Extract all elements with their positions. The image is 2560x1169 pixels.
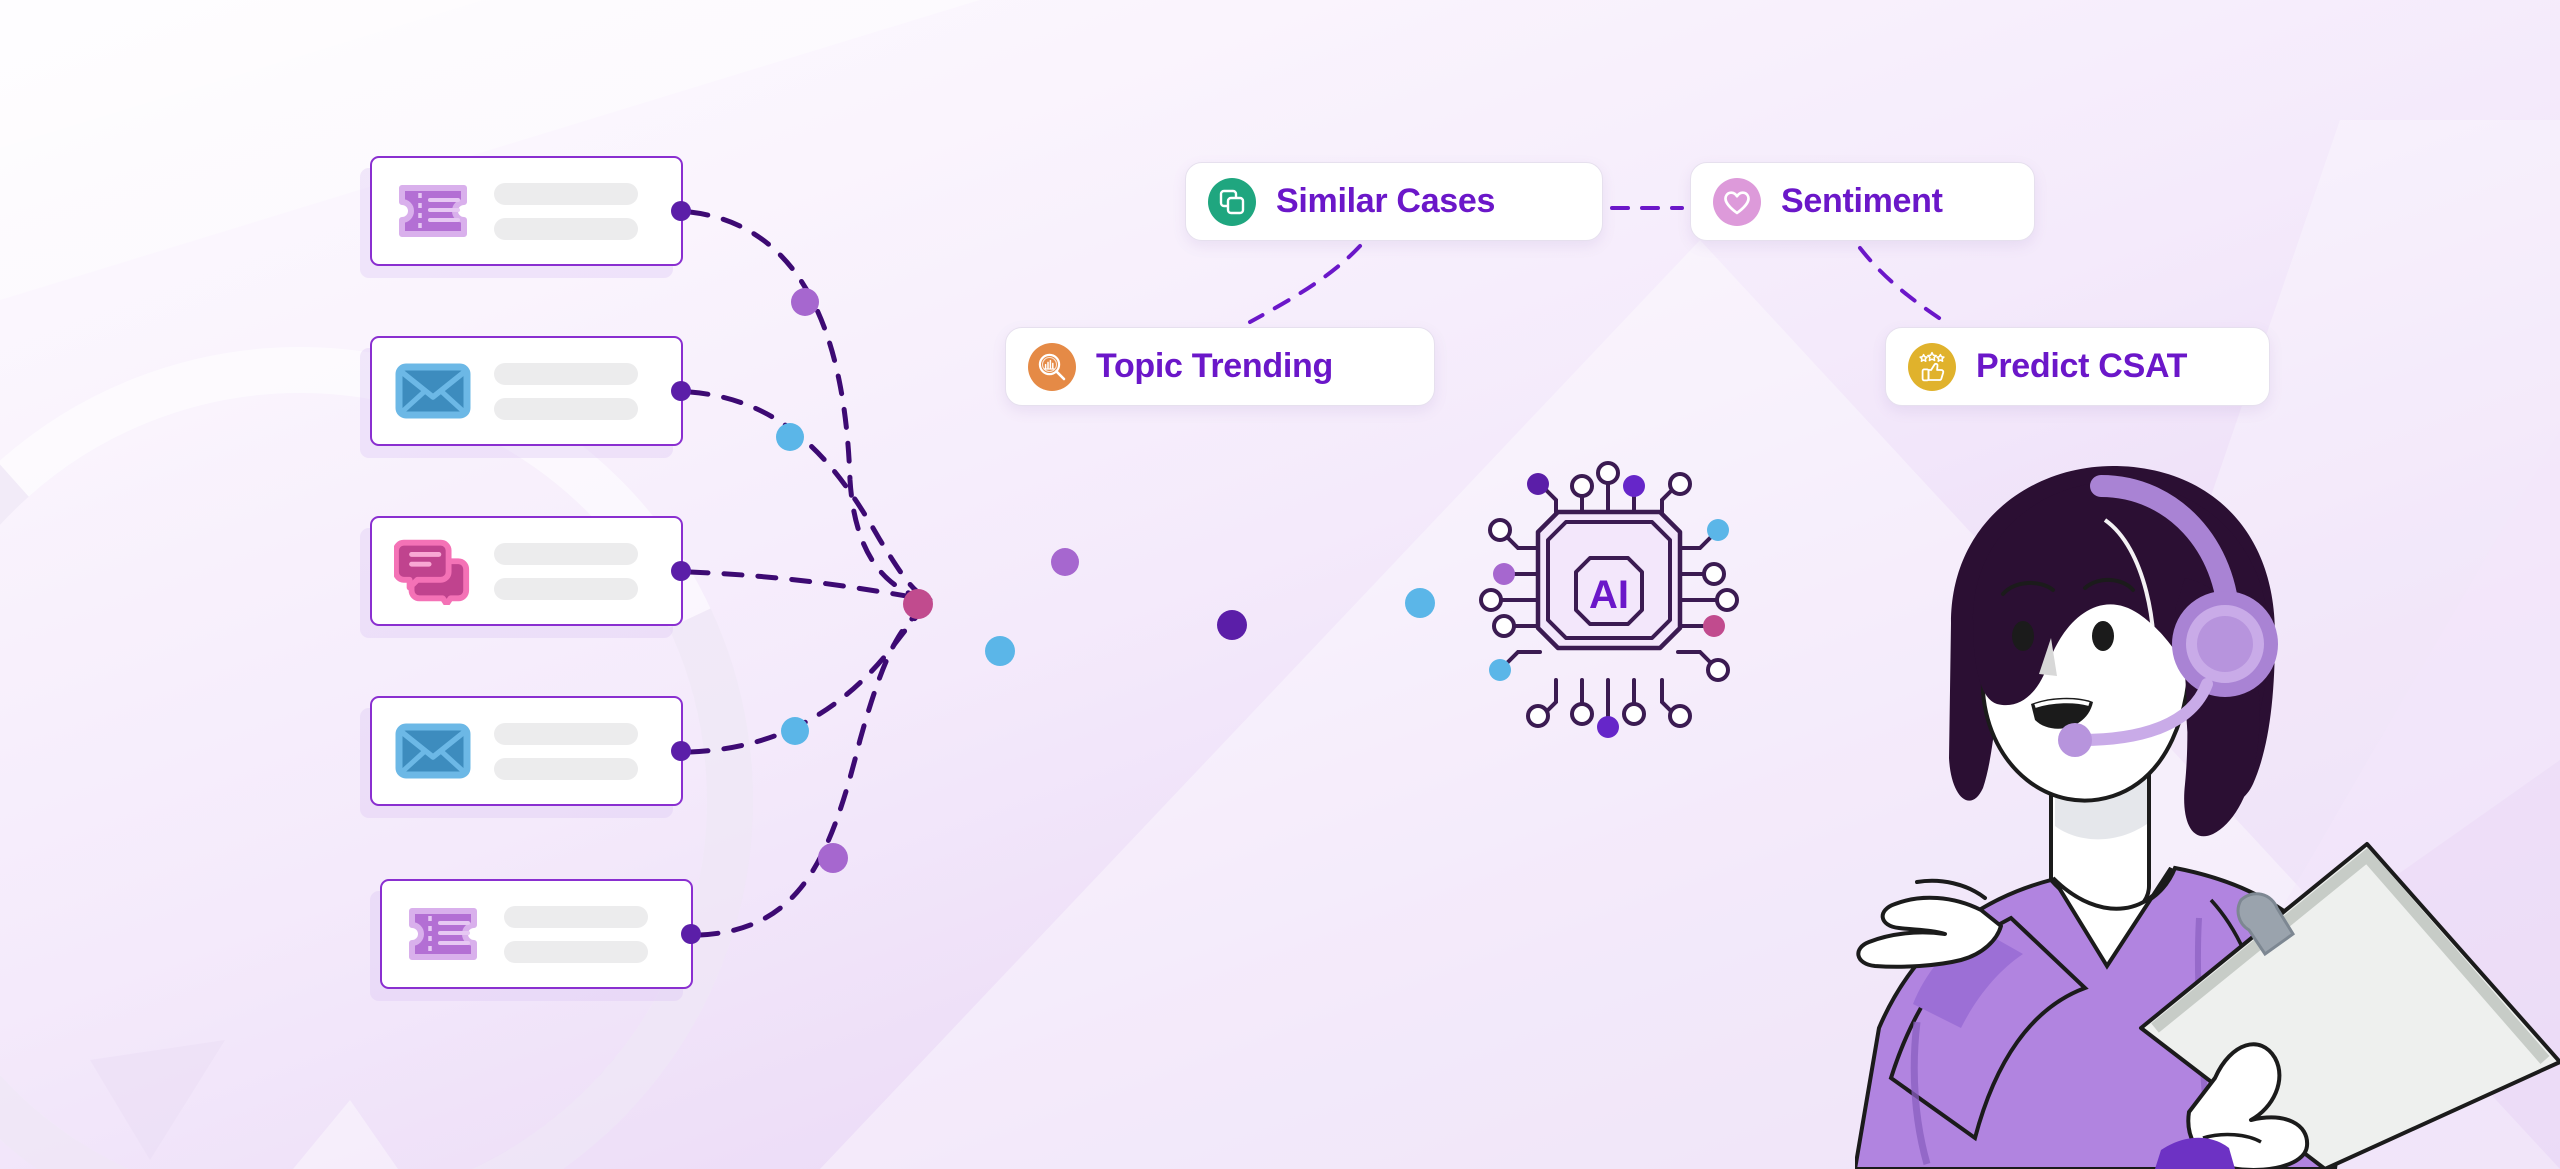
- capability-pill-predict-csat[interactable]: Predict CSAT: [1885, 327, 2270, 406]
- chat-icon: [394, 539, 472, 605]
- chip-label: AI: [1589, 573, 1629, 617]
- source-card-ticket-2[interactable]: [380, 879, 701, 989]
- illustration-stage: Similar Cases Sentiment Topic Trending P…: [0, 0, 2560, 1169]
- capability-pill-similar-cases[interactable]: Similar Cases: [1185, 162, 1603, 241]
- card-placeholder-lines: [494, 182, 638, 240]
- envelope-icon: [394, 720, 472, 782]
- placeholder-line: [494, 542, 638, 565]
- card-connector-dot: [671, 741, 691, 761]
- placeholder-line: [494, 182, 638, 205]
- heart-icon: [1713, 177, 1761, 226]
- capability-label: Predict CSAT: [1976, 347, 2188, 385]
- source-card-email-2[interactable]: [370, 696, 691, 806]
- card-connector-dot: [671, 381, 691, 401]
- copy-icon: [1208, 177, 1256, 226]
- ai-chip: AI: [1478, 450, 1768, 750]
- source-card-ticket-1[interactable]: [370, 156, 691, 266]
- ticket-icon: [394, 180, 472, 242]
- chart-search-icon: [1028, 342, 1076, 391]
- placeholder-line: [494, 217, 638, 240]
- card-placeholder-lines: [494, 722, 638, 780]
- placeholder-line: [494, 757, 638, 780]
- capability-label: Similar Cases: [1276, 182, 1496, 220]
- placeholder-line: [494, 362, 638, 385]
- ticket-icon: [404, 903, 482, 965]
- placeholder-line: [494, 577, 638, 600]
- card-placeholder-lines: [504, 905, 648, 963]
- envelope-icon: [394, 360, 472, 422]
- card-connector-dot: [671, 201, 691, 221]
- thumbs-up-stars-icon: [1908, 342, 1956, 391]
- capability-pill-sentiment[interactable]: Sentiment: [1690, 162, 2035, 241]
- source-card-chat[interactable]: [370, 516, 691, 626]
- support-agent-illustration: [1855, 448, 2560, 1169]
- card-placeholder-lines: [494, 362, 638, 420]
- placeholder-line: [504, 940, 648, 963]
- capability-pill-topic-trending[interactable]: Topic Trending: [1005, 327, 1435, 406]
- capability-label: Topic Trending: [1096, 347, 1333, 385]
- placeholder-line: [494, 397, 638, 420]
- source-card-email-1[interactable]: [370, 336, 691, 446]
- placeholder-line: [504, 905, 648, 928]
- card-placeholder-lines: [494, 542, 638, 600]
- card-connector-dot: [671, 561, 691, 581]
- capability-label: Sentiment: [1781, 182, 1943, 220]
- card-connector-dot: [681, 924, 701, 944]
- placeholder-line: [494, 722, 638, 745]
